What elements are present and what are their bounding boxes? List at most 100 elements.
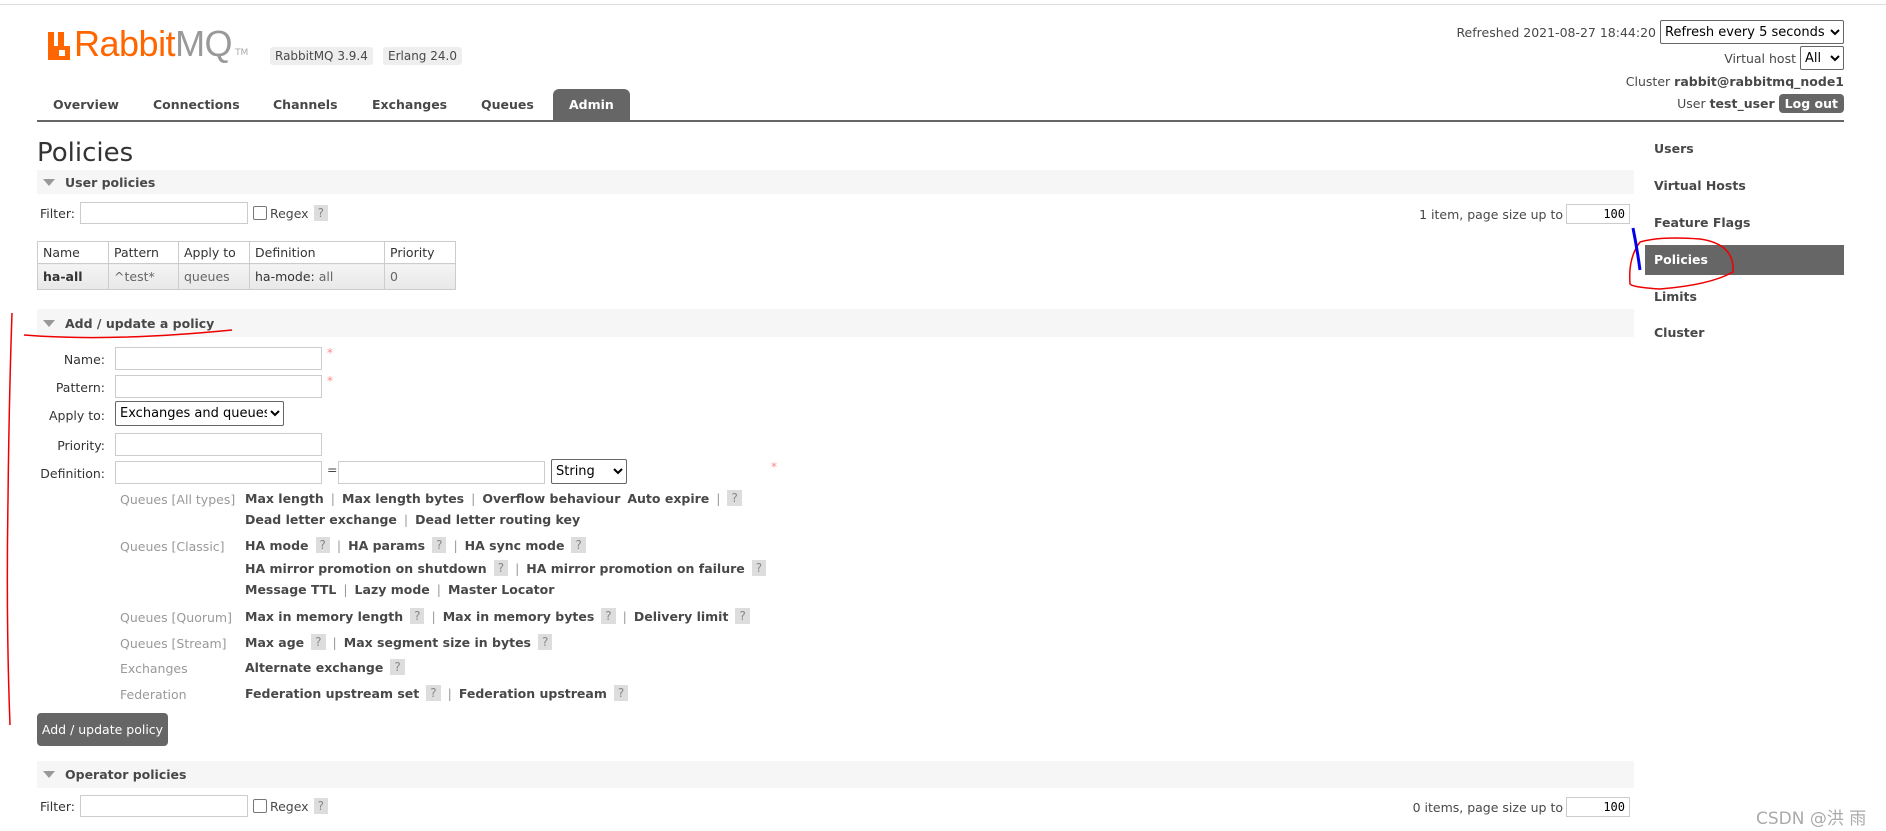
required-mark: * — [771, 460, 777, 474]
vhost-select[interactable]: All — [1800, 46, 1844, 70]
name-label: Name: — [63, 352, 105, 367]
tab-channels[interactable]: Channels — [273, 89, 338, 120]
help-icon[interactable]: ? — [315, 537, 330, 553]
shortcut-line: HA mirror promotion on shutdown? | HA mirr… — [245, 560, 767, 576]
help-icon[interactable]: ? — [613, 685, 629, 701]
definition-shortcut-link[interactable]: HA mode — [245, 538, 309, 553]
priority-input[interactable] — [115, 433, 322, 456]
column-header-definition[interactable]: Definition — [249, 241, 385, 264]
definition-shortcut-link[interactable]: Max in memory bytes — [443, 609, 595, 624]
definition-value-input[interactable] — [338, 461, 545, 484]
policy-name-link[interactable]: ha-all — [37, 263, 109, 290]
column-header-name[interactable]: Name — [37, 241, 109, 264]
definition-shortcut-link[interactable]: HA mirror promotion on failure — [526, 561, 744, 576]
definition-shortcut-link[interactable]: Lazy mode — [355, 582, 430, 597]
pattern-input[interactable] — [115, 375, 322, 398]
tab-connections[interactable]: Connections — [153, 89, 240, 120]
tab-queues[interactable]: Queues — [481, 89, 534, 120]
separator: | — [453, 537, 458, 553]
add-policy-section-header[interactable]: Add / update a policy — [37, 309, 1634, 337]
definition-shortcut-link[interactable]: Master Locator — [448, 582, 554, 597]
help-icon[interactable]: ? — [735, 608, 750, 624]
filter-input[interactable] — [79, 202, 248, 224]
equals-sign: = — [327, 462, 338, 477]
definition-shortcut-link[interactable]: Max segment size in bytes — [344, 635, 531, 650]
definition-shortcut-link[interactable]: Max in memory length — [245, 609, 403, 624]
item-count-text: 1 item, page size up to — [1419, 206, 1563, 222]
operator-policies-section-header[interactable]: Operator policies — [37, 761, 1634, 788]
separator: | — [330, 490, 335, 506]
shortcut-group-label: Queues [Quorum] — [120, 610, 232, 625]
name-input[interactable] — [115, 347, 322, 370]
sidebar-item-policies[interactable]: Policies — [1645, 245, 1844, 275]
erlang-badge: Erlang 24.0 — [383, 47, 462, 65]
section-title: User policies — [65, 174, 156, 190]
sidebar-item-feature-flags[interactable]: Feature Flags — [1645, 215, 1844, 230]
user-policies-table: Name Pattern Apply to Definition Priorit… — [37, 241, 456, 290]
help-icon[interactable]: ? — [751, 560, 767, 576]
sidebar-item-virtual-hosts[interactable]: Virtual Hosts — [1645, 178, 1844, 193]
definition-shortcut-link[interactable]: Max age — [245, 635, 304, 650]
tab-exchanges[interactable]: Exchanges — [372, 89, 447, 120]
add-update-policy-button[interactable]: Add / update policy — [37, 713, 168, 746]
filter-input[interactable] — [79, 795, 248, 817]
tab-admin[interactable]: Admin — [553, 89, 630, 120]
regex-checkbox[interactable] — [252, 206, 267, 220]
definition-shortcut-link[interactable]: Max length bytes — [342, 491, 464, 506]
tab-overview[interactable]: Overview — [53, 89, 119, 120]
sidebar-item-limits[interactable]: Limits — [1645, 289, 1844, 304]
definition-shortcut-link[interactable]: Federation upstream set — [245, 686, 419, 701]
definition-label: Definition: — [40, 466, 105, 481]
help-icon[interactable]: ? — [410, 608, 425, 624]
user-policies-section-header[interactable]: User policies — [37, 170, 1634, 194]
column-header-priority[interactable]: Priority — [384, 241, 456, 264]
help-icon[interactable]: ? — [538, 634, 553, 650]
help-icon[interactable]: ? — [311, 634, 326, 650]
definition-shortcut-link[interactable]: HA mirror promotion on shutdown — [245, 561, 487, 576]
definition-shortcut-link[interactable]: Alternate exchange — [245, 660, 383, 675]
column-header-apply-to[interactable]: Apply to — [178, 241, 250, 264]
definition-shortcut-link[interactable]: Overflow behaviour — [482, 491, 620, 506]
definition-shortcut-link[interactable]: Dead letter exchange — [245, 512, 397, 527]
help-icon[interactable]: ? — [601, 608, 616, 624]
separator: | — [332, 634, 337, 650]
definition-shortcut-link[interactable]: Delivery limit — [634, 609, 729, 624]
apply-to-select[interactable]: Exchanges and queues — [115, 401, 284, 426]
definition-shortcut-link[interactable]: HA sync mode — [465, 538, 565, 553]
table-row[interactable]: ha-all ^test* queues ha-mode: all 0 — [37, 263, 456, 290]
refresh-interval-select[interactable]: Refresh every 5 seconds — [1660, 20, 1844, 44]
definition-shortcut-link[interactable]: HA params — [348, 538, 425, 553]
definition-shortcut-link[interactable]: Max length — [245, 491, 324, 506]
help-icon[interactable]: ? — [571, 537, 586, 553]
help-icon[interactable]: ? — [727, 490, 742, 506]
separator: | — [403, 512, 409, 527]
definition-shortcut-link[interactable]: Auto expire — [627, 491, 709, 506]
definition-shortcut-link[interactable]: Federation upstream — [459, 686, 607, 701]
definition-type-select[interactable]: String — [551, 459, 627, 484]
help-icon[interactable]: ? — [432, 537, 447, 553]
regex-checkbox[interactable] — [252, 799, 267, 813]
separator: | — [471, 490, 476, 506]
shortcut-group-label: Exchanges — [120, 661, 188, 676]
sidebar-item-users[interactable]: Users — [1645, 141, 1844, 156]
shortcut-line: Max length | Max length bytes | Overflow beh… — [245, 490, 742, 506]
help-icon[interactable]: ? — [313, 798, 328, 814]
definition-shortcut-link[interactable]: Dead letter routing key — [415, 512, 580, 527]
csdn-watermark: CSDN @洪 雨 — [1756, 809, 1867, 829]
page-size-input[interactable] — [1566, 797, 1630, 817]
sidebar-item-cluster[interactable]: Cluster — [1645, 325, 1844, 340]
help-icon[interactable]: ? — [493, 560, 509, 576]
help-icon[interactable]: ? — [390, 659, 405, 675]
column-header-pattern[interactable]: Pattern — [108, 241, 179, 264]
page-size-input[interactable] — [1566, 204, 1630, 224]
priority-label: Priority: — [57, 438, 105, 453]
operator-policies-pagesize: 0 items, page size up to — [1413, 797, 1630, 817]
annotation-red-vertical-line — [6, 312, 13, 726]
help-icon[interactable]: ? — [426, 685, 441, 701]
definition-shortcut-link[interactable]: Message TTL — [245, 582, 336, 597]
help-icon[interactable]: ? — [313, 205, 328, 221]
definition-key-input[interactable] — [115, 461, 322, 484]
cluster-name: rabbit@rabbitmq_node1 — [1674, 74, 1844, 89]
separator: | — [436, 582, 441, 597]
shortcut-group-label: Federation — [120, 687, 187, 702]
